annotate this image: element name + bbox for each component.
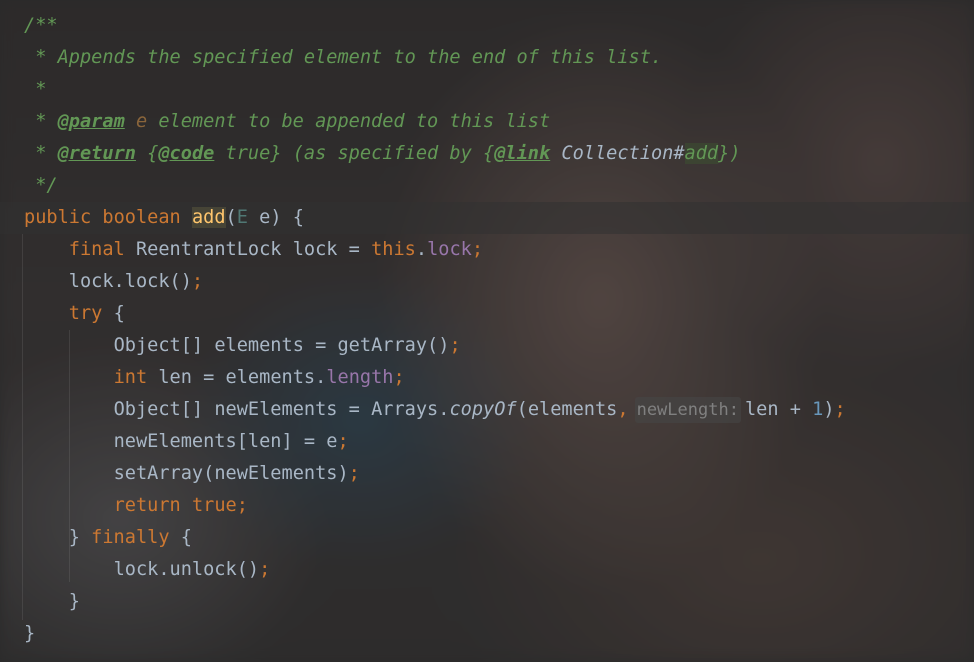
- call-lock[interactable]: lock.lock(): [69, 271, 192, 292]
- type-param[interactable]: E: [237, 207, 248, 228]
- javadoc-return-tag[interactable]: @return: [58, 143, 136, 164]
- code-line-20[interactable]: }: [24, 618, 974, 650]
- code-line-18[interactable]: lock.unlock();: [24, 554, 974, 586]
- javadoc-star: *: [24, 47, 47, 68]
- method-name[interactable]: add: [191, 207, 226, 228]
- code-line-11[interactable]: Object[] elements = getArray();: [24, 330, 974, 362]
- ref-e[interactable]: e: [326, 431, 337, 452]
- javadoc-open: /**: [24, 15, 58, 36]
- parameter-hint: newLength:: [634, 397, 741, 423]
- code-line-15[interactable]: setArray(newElements);: [24, 458, 974, 490]
- javadoc-star: *: [24, 111, 47, 132]
- array-assign-target[interactable]: newElements[len]: [114, 431, 293, 452]
- code-line-9[interactable]: lock.lock();: [24, 266, 974, 298]
- code-line-10[interactable]: try {: [24, 298, 974, 330]
- arg-elements[interactable]: elements: [528, 399, 618, 420]
- javadoc-param-name: e: [124, 111, 148, 132]
- var-newelements[interactable]: newElements: [214, 399, 337, 420]
- code-line-1[interactable]: /**: [24, 10, 974, 42]
- keyword-try: try: [68, 303, 103, 324]
- javadoc-param-desc: element to be appended to this list: [147, 111, 551, 132]
- keyword-boolean: boolean: [102, 207, 181, 228]
- var-len[interactable]: len: [158, 367, 192, 388]
- type-reentrantlock[interactable]: ReentrantLock: [136, 239, 282, 260]
- var-elements[interactable]: elements: [214, 335, 304, 356]
- javadoc-code-tag[interactable]: @code: [158, 143, 214, 164]
- code-line-16[interactable]: return true;: [24, 490, 974, 522]
- number-literal: 1: [812, 399, 824, 420]
- code-line-3[interactable]: *: [24, 74, 974, 106]
- javadoc-return-close: }): [718, 143, 741, 164]
- type-object-array[interactable]: Object[]: [114, 335, 204, 356]
- class-arrays[interactable]: Arrays: [371, 399, 438, 420]
- javadoc-link-ref[interactable]: Collection#: [550, 143, 684, 164]
- code-line-8[interactable]: final ReentrantLock lock = this.lock;: [24, 234, 974, 266]
- javadoc-link-member[interactable]: add: [684, 143, 719, 164]
- code-editor[interactable]: /** * Appends the specified element to t…: [0, 0, 974, 662]
- javadoc-return-open: {: [135, 143, 159, 164]
- call-unlock[interactable]: lock.unlock(): [114, 559, 260, 580]
- keyword-public: public: [24, 207, 92, 228]
- javadoc-star: *: [24, 143, 47, 164]
- call-copyof[interactable]: copyOf: [449, 399, 516, 420]
- ref-elements[interactable]: elements: [226, 367, 316, 388]
- keyword-finally: finally: [91, 527, 170, 548]
- code-line-17[interactable]: } finally {: [24, 522, 974, 554]
- javadoc-link-tag[interactable]: @link: [494, 143, 550, 164]
- code-line-2[interactable]: * Appends the specified element to the e…: [24, 42, 974, 74]
- arg-newelements[interactable]: newElements: [214, 463, 337, 484]
- call-setarray[interactable]: setArray: [114, 463, 204, 484]
- field-length[interactable]: length: [326, 367, 393, 388]
- keyword-true: true: [191, 495, 237, 516]
- code-area[interactable]: /** * Appends the specified element to t…: [0, 10, 974, 650]
- var-lock[interactable]: lock: [293, 239, 338, 260]
- keyword-final: final: [68, 239, 125, 260]
- call-getarray[interactable]: getArray: [337, 335, 427, 356]
- code-line-7-current[interactable]: public boolean add(E e) {: [0, 202, 974, 234]
- type-object-array[interactable]: Object[]: [114, 399, 204, 420]
- arg-len[interactable]: len: [745, 399, 779, 420]
- code-line-19[interactable]: }: [24, 586, 974, 618]
- field-lock[interactable]: lock: [427, 239, 472, 260]
- javadoc-star: *: [24, 79, 47, 100]
- keyword-int: int: [113, 367, 148, 388]
- keyword-return: return: [113, 495, 181, 516]
- code-line-13[interactable]: Object[] newElements = Arrays.copyOf(ele…: [24, 394, 974, 426]
- code-line-4[interactable]: * @param e element to be appended to thi…: [24, 106, 974, 138]
- code-line-5[interactable]: * @return {@code true} (as specified by …: [24, 138, 974, 170]
- code-line-12[interactable]: int len = elements.length;: [24, 362, 974, 394]
- code-line-6[interactable]: */: [24, 170, 974, 202]
- keyword-this: this: [371, 239, 416, 260]
- code-line-14[interactable]: newElements[len] = e;: [24, 426, 974, 458]
- javadoc-param-tag[interactable]: @param: [58, 111, 125, 132]
- javadoc-close: */: [24, 175, 58, 196]
- indent-guide: [22, 234, 23, 620]
- javadoc-summary: Appends the specified element to the end…: [46, 47, 663, 68]
- param-e[interactable]: e: [259, 207, 270, 228]
- javadoc-return-text: true} (as specified by {: [214, 143, 495, 164]
